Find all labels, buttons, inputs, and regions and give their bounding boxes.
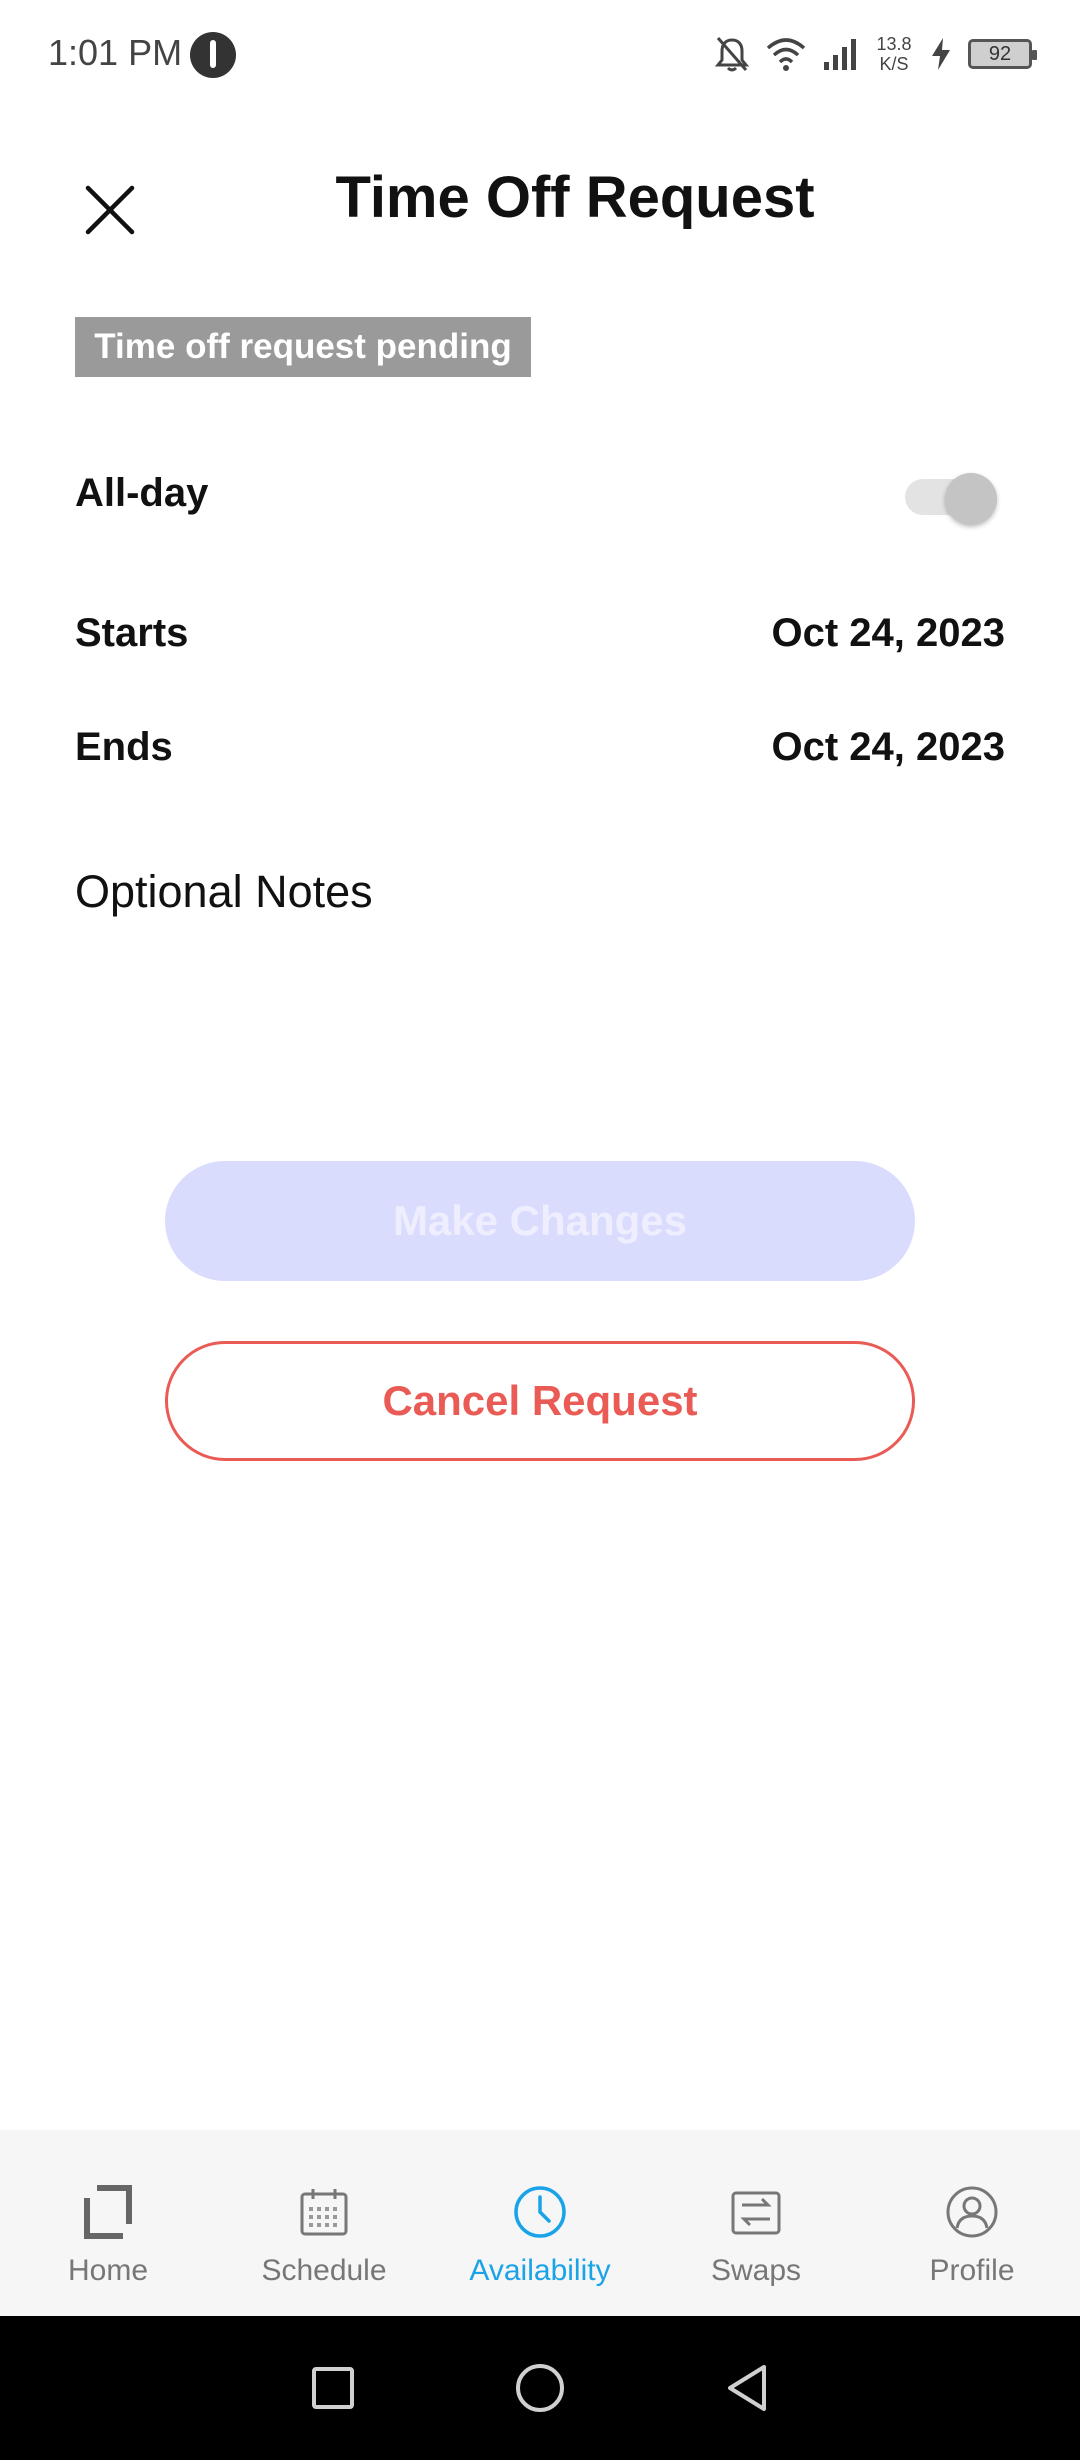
nav-profile-label: Profile xyxy=(929,2254,1015,2287)
wifi-icon xyxy=(766,36,806,72)
optional-notes-field[interactable]: Optional Notes xyxy=(75,866,373,918)
status-badge: Time off request pending xyxy=(75,317,531,377)
nav-availability[interactable]: Availability xyxy=(432,2130,648,2316)
nav-availability-label: Availability xyxy=(469,2254,611,2287)
all-day-row: All-day xyxy=(75,458,1005,528)
nav-swaps-label: Swaps xyxy=(710,2254,802,2287)
nav-schedule[interactable]: Schedule xyxy=(216,2130,432,2316)
page-title: Time Off Request xyxy=(335,165,815,230)
back-button[interactable] xyxy=(712,2353,782,2423)
system-nav-bar xyxy=(0,2316,1080,2460)
ends-row[interactable]: Ends Oct 24, 2023 xyxy=(75,712,1005,782)
network-speed-value: 13.8 xyxy=(876,34,912,54)
network-speed-unit: K/S xyxy=(879,54,909,74)
nav-profile[interactable]: Profile xyxy=(864,2130,1080,2316)
back-triangle-icon xyxy=(727,2365,766,2411)
toggle-thumb xyxy=(945,473,997,525)
nav-home[interactable]: Home xyxy=(0,2130,216,2316)
ends-label: Ends xyxy=(75,724,173,769)
home-icon xyxy=(78,2182,138,2242)
cancel-request-button[interactable]: Cancel Request xyxy=(165,1341,915,1461)
network-speed: 13.8 K/S xyxy=(874,34,914,74)
swap-icon xyxy=(726,2182,786,2242)
nav-schedule-label: Schedule xyxy=(261,2254,387,2287)
circle-icon xyxy=(515,2364,564,2412)
app-notification-icon xyxy=(190,32,236,78)
profile-icon xyxy=(942,2182,1002,2242)
clock-icon xyxy=(510,2182,570,2242)
bottom-nav: Home Schedule Availability Swaps Profile xyxy=(0,2130,1080,2316)
ends-date[interactable]: Oct 24, 2023 xyxy=(772,725,1006,770)
home-system-button[interactable] xyxy=(505,2353,575,2423)
status-bar: 1:01 PM 13.8 K/S 92 xyxy=(0,0,1080,110)
status-icons: 13.8 K/S 92 xyxy=(714,26,1037,82)
all-day-label: All-day xyxy=(75,470,209,515)
starts-row[interactable]: Starts Oct 24, 2023 xyxy=(75,598,1005,668)
nav-home-label: Home xyxy=(67,2254,149,2287)
starts-date[interactable]: Oct 24, 2023 xyxy=(772,611,1006,656)
status-time: 1:01 PM xyxy=(48,32,183,73)
calendar-icon xyxy=(294,2182,354,2242)
recents-button[interactable] xyxy=(298,2353,368,2423)
charging-icon xyxy=(930,36,952,72)
header: Time Off Request xyxy=(0,140,1080,260)
battery-level: 92 xyxy=(988,42,1012,65)
signal-icon xyxy=(822,36,858,72)
square-icon xyxy=(312,2367,355,2409)
starts-label: Starts xyxy=(75,610,189,655)
screen: 1:01 PM 13.8 K/S 92 Time Off Request Tim… xyxy=(0,0,1080,2460)
nav-swaps[interactable]: Swaps xyxy=(648,2130,864,2316)
all-day-toggle[interactable] xyxy=(905,463,1005,525)
battery-icon: 92 xyxy=(968,39,1037,69)
make-changes-button[interactable]: Make Changes xyxy=(165,1161,915,1281)
mute-bell-icon xyxy=(714,34,750,74)
